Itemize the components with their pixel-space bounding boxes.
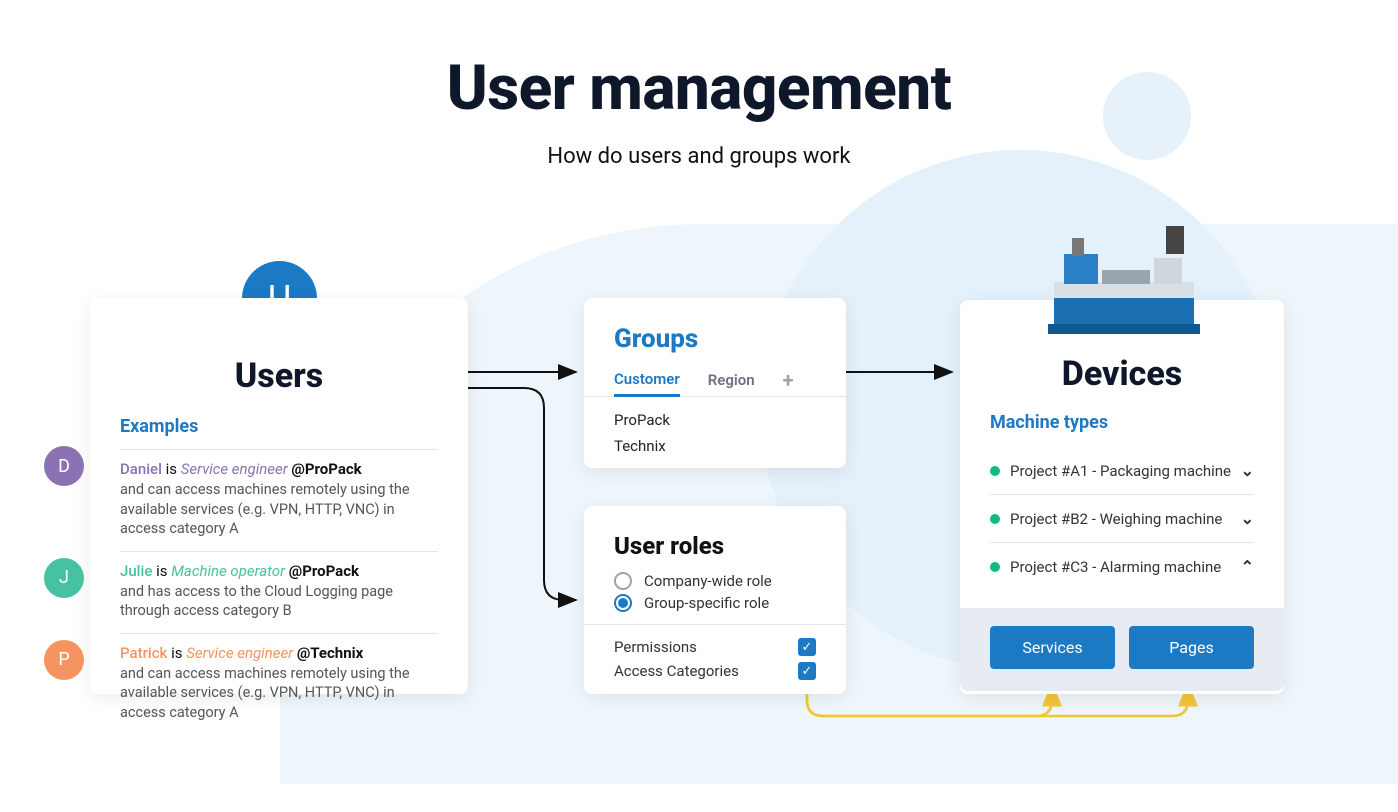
device-footer: Services Pages [960,608,1284,691]
example-joiner: is [171,644,182,662]
users-card: Users Examples D Daniel is Service engin… [90,298,468,694]
examples-label: Examples [120,416,438,437]
services-button[interactable]: Services [990,626,1115,669]
lathe-machine-image [1044,214,1204,338]
check-permissions[interactable]: Permissions ✓ [614,635,816,659]
example-row-daniel: D Daniel is Service engineer @ProPack an… [120,449,438,551]
example-desc: and can access machines remotely using t… [120,480,438,539]
tab-customer[interactable]: Customer [614,364,680,397]
roles-heading: User roles [614,532,816,560]
example-joiner: is [156,562,167,580]
device-row-b2[interactable]: Project #B2 - Weighing machine ⌄ [990,495,1254,543]
device-row-c3[interactable]: Project #C3 - Alarming machine ⌃ [990,543,1254,590]
example-name: Daniel [120,460,162,478]
status-dot-icon [990,514,1000,524]
groups-card: Groups Customer Region + ProPack Technix [584,298,846,468]
chevron-down-icon: ⌄ [1241,461,1254,480]
example-name: Patrick [120,644,167,662]
example-role: Service engineer [181,460,288,478]
avatar-julie: J [44,558,84,598]
radio-label: Group-specific role [644,594,769,612]
status-dot-icon [990,562,1000,572]
machine-types-label: Machine types [990,412,1254,433]
groups-tabs: Customer Region + [584,364,846,397]
example-row-patrick: P Patrick is Service engineer @Technix a… [120,633,438,735]
devices-card: Devices Machine types Project #A1 - Pack… [960,300,1284,694]
check-label: Permissions [614,638,697,656]
checkbox-checked-icon: ✓ [798,662,816,680]
chevron-down-icon: ⌄ [1241,509,1254,528]
radio-group-specific[interactable]: Group-specific role [614,592,816,614]
example-org: @Technix [297,644,363,662]
divider [584,624,846,625]
example-role: Service engineer [186,644,293,662]
device-row-a1[interactable]: Project #A1 - Packaging machine ⌄ [990,447,1254,495]
group-item-propack[interactable]: ProPack [614,407,816,433]
example-row-julie: J Julie is Machine operator @ProPack and… [120,551,438,633]
users-heading: Users [120,356,438,396]
group-item-technix[interactable]: Technix [614,433,816,459]
page-title: User management [0,52,1398,125]
example-desc: and has access to the Cloud Logging page… [120,582,438,621]
example-desc: and can access machines remotely using t… [120,664,438,723]
check-access-categories[interactable]: Access Categories ✓ [614,659,816,683]
radio-icon [614,572,632,590]
checkbox-checked-icon: ✓ [798,638,816,656]
example-org: @ProPack [289,562,359,580]
pages-button[interactable]: Pages [1129,626,1254,669]
radio-icon-selected [614,594,632,612]
example-joiner: is [166,460,177,478]
add-group-tab-icon[interactable]: + [783,368,794,392]
page-subtitle: How do users and groups work [0,144,1398,169]
radio-company-wide[interactable]: Company-wide role [614,570,816,592]
device-label: Project #B2 - Weighing machine [1010,510,1222,528]
example-org: @ProPack [291,460,361,478]
avatar-patrick: P [44,640,84,680]
avatar-daniel: D [44,446,84,486]
roles-card: User roles Company-wide role Group-speci… [584,506,846,694]
chevron-up-icon: ⌃ [1241,557,1254,576]
radio-label: Company-wide role [644,572,772,590]
example-role: Machine operator [171,562,285,580]
device-label: Project #A1 - Packaging machine [1010,462,1231,480]
check-label: Access Categories [614,662,739,680]
devices-heading: Devices [990,354,1254,394]
groups-heading: Groups [614,324,816,354]
example-name: Julie [120,562,152,580]
tab-region[interactable]: Region [708,365,755,395]
status-dot-icon [990,466,1000,476]
device-label: Project #C3 - Alarming machine [1010,558,1221,576]
